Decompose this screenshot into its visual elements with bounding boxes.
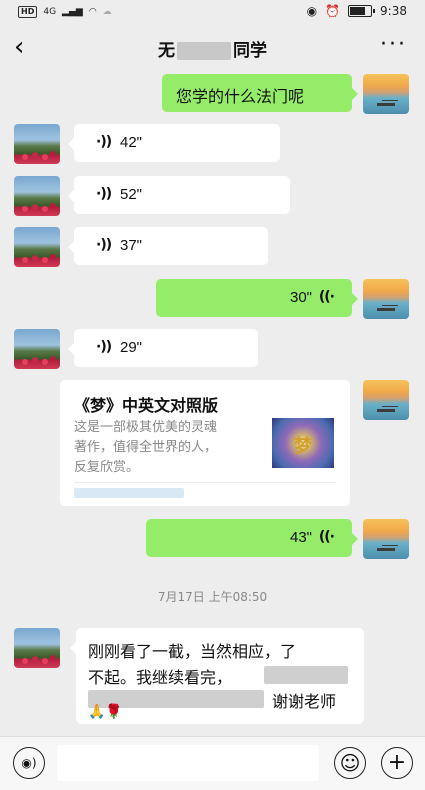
incoming-voice-bubble[interactable]: ·)) 29" [68, 329, 258, 367]
voice-duration: 42" [120, 134, 143, 151]
redacted-name [177, 42, 231, 60]
network-indicator: 4G [43, 7, 57, 17]
emoji-line: 🙏🌹 [88, 704, 123, 720]
cloud-icon: ☁ [102, 7, 112, 17]
signal-icon: ▂▄▆ [62, 7, 83, 17]
my-avatar[interactable] [363, 74, 409, 114]
message-line: 刚刚看了一截，当然相应，了 [88, 642, 297, 661]
voice-duration: 30" [289, 289, 312, 306]
incoming-voice-bubble[interactable]: ·)) 37" [68, 227, 268, 265]
incoming-text-bubble[interactable]: 刚刚看了一截，当然相应，了 不起。我继续看完， 谢谢老师 🙏🌹 [70, 628, 364, 724]
alarm-icon: ⏰ [325, 4, 341, 18]
status-bar: HD 4G ▂▄▆ ◠ ☁ ◉ ⏰ 9:38 [0, 0, 425, 26]
card-source-redacted [74, 488, 184, 498]
card-divider [74, 482, 336, 483]
outgoing-text-bubble[interactable]: 您学的什么法门呢 [162, 74, 358, 112]
my-avatar[interactable] [363, 519, 409, 559]
voice-wave-icon: ·)) [96, 339, 112, 355]
more-icon[interactable]: ··· [380, 32, 407, 57]
contact-avatar[interactable] [14, 176, 60, 216]
voice-wave-icon: ·)) [96, 134, 112, 150]
chat-timestamp: 7月17日 上午08:50 [157, 590, 268, 604]
message-input[interactable] [57, 745, 319, 781]
status-time: 9:38 [380, 4, 407, 18]
outgoing-voice-bubble[interactable]: 30" ((· [156, 279, 358, 317]
wifi-icon: ◠ [88, 7, 97, 17]
shared-article-card[interactable]: 《梦》中英文对照版 这是一部极其优美的灵魂 著作，值得全世界的人， 反复欣赏。 … [60, 380, 350, 506]
voice-wave-icon: ((· [318, 529, 335, 545]
message-line: 不起。我继续看完， [88, 668, 233, 687]
redacted-text [264, 666, 348, 684]
voice-wave-icon: ·)) [96, 237, 112, 253]
incoming-voice-bubble[interactable]: ·)) 42" [68, 124, 280, 162]
voice-duration: 43" [289, 529, 312, 546]
card-title: 《梦》中英文对照版 [74, 396, 219, 415]
plus-icon[interactable]: + [381, 747, 413, 779]
outgoing-voice-bubble[interactable]: 43" ((· [146, 519, 358, 557]
my-avatar[interactable] [363, 380, 409, 420]
voice-wave-icon: ·)) [96, 186, 112, 202]
contact-avatar[interactable] [14, 124, 60, 164]
voice-input-icon[interactable]: ◉) [13, 747, 45, 779]
battery-icon [348, 5, 376, 17]
eye-icon: ◉ [306, 4, 318, 18]
chat-input-bar: ◉) ☺ + [0, 736, 425, 790]
incoming-voice-bubble[interactable]: ·)) 52" [68, 176, 290, 214]
card-thumbnail: 梦 [272, 418, 334, 468]
voice-wave-icon: ((· [318, 289, 335, 305]
message-line: 谢谢老师 [272, 692, 337, 711]
chat-header: ‹ 无同学 ··· [0, 26, 425, 70]
emoji-icon[interactable]: ☺ [334, 747, 366, 779]
message-text: 您学的什么法门呢 [176, 87, 305, 106]
contact-avatar[interactable] [14, 329, 60, 369]
contact-avatar[interactable] [14, 227, 60, 267]
chat-title: 无同学 [158, 41, 267, 61]
my-avatar[interactable] [363, 279, 409, 319]
voice-duration: 29" [120, 339, 143, 356]
voice-duration: 52" [120, 186, 143, 203]
voice-duration: 37" [120, 237, 143, 254]
card-description: 这是一部极其优美的灵魂 著作，值得全世界的人， 反复欣赏。 [74, 420, 218, 475]
hd-badge: HD [18, 6, 38, 18]
contact-avatar[interactable] [14, 628, 60, 668]
